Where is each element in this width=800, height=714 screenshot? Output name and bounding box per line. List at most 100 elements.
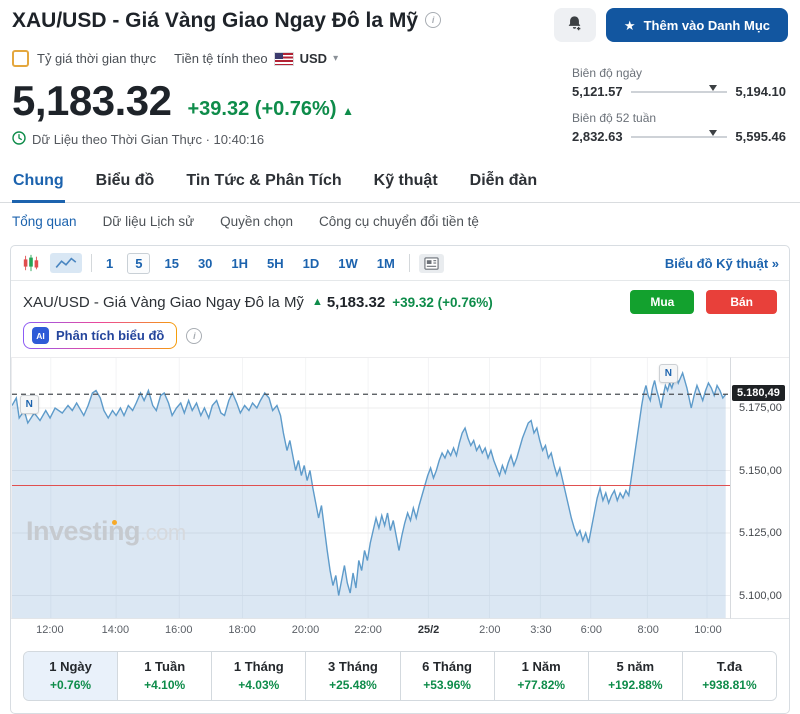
price-axis-label: 5.125,00 bbox=[739, 527, 782, 539]
ai-chart-analysis-button[interactable]: AI Phân tích biểu đồ bbox=[23, 322, 177, 349]
time-axis-label: 8:00 bbox=[637, 624, 658, 636]
period-5-years[interactable]: 5 năm+192.88% bbox=[588, 652, 682, 700]
price-axis-label: 5.150,00 bbox=[739, 465, 782, 477]
us-flag-icon bbox=[274, 52, 294, 66]
interval-5h[interactable]: 5H bbox=[262, 254, 289, 273]
time-axis-label: 16:00 bbox=[165, 624, 193, 636]
chart-header: XAU/USD - Giá Vàng Giao Ngay Đô la Mỹ ▲ … bbox=[11, 281, 789, 316]
interval-5[interactable]: 5 bbox=[127, 253, 150, 274]
period-selector: 1 Ngày+0.76% 1 Tuần+4.10% 1 Tháng+4.03% … bbox=[23, 651, 777, 701]
clock-icon bbox=[12, 131, 26, 148]
time-axis-label: 10:00 bbox=[694, 624, 722, 636]
chart-instrument-name: XAU/USD - Giá Vàng Giao Ngay Đô la Mỹ bbox=[23, 294, 304, 311]
currency-selector[interactable]: Tiền tệ tính theo USD ▾ bbox=[174, 51, 338, 66]
day-range-high: 5,194.10 bbox=[735, 84, 786, 99]
interval-1w[interactable]: 1W bbox=[333, 254, 363, 273]
week52-range-marker-icon bbox=[709, 130, 717, 136]
main-tabs: Chung Biểu đồ Tin Tức & Phân Tích Kỹ thu… bbox=[0, 166, 800, 203]
investing-watermark: Investing.com bbox=[26, 516, 186, 547]
buy-button[interactable]: Mua bbox=[630, 290, 694, 314]
time-axis-label: 22:00 bbox=[354, 624, 382, 636]
subnav-tong-quan[interactable]: Tổng quan bbox=[12, 214, 77, 229]
chart-plot-area[interactable]: Investing.com N N bbox=[11, 357, 730, 619]
interval-1h[interactable]: 1H bbox=[226, 254, 253, 273]
day-range-marker-icon bbox=[709, 85, 717, 91]
day-range-label: Biên độ ngày bbox=[572, 66, 786, 80]
time-axis-label: 18:00 bbox=[228, 624, 256, 636]
week52-range-label: Biên độ 52 tuần bbox=[572, 111, 786, 125]
week52-range-bar bbox=[631, 136, 728, 138]
day-range-bar bbox=[631, 91, 728, 93]
up-triangle-icon: ▲ bbox=[342, 104, 354, 118]
day-range-low: 5,121.57 bbox=[572, 84, 623, 99]
page-title: XAU/USD - Giá Vàng Giao Ngay Đô la Mỹ bbox=[12, 8, 418, 33]
interval-30[interactable]: 30 bbox=[193, 254, 217, 273]
title-info-icon[interactable]: i bbox=[425, 12, 441, 28]
interval-15[interactable]: 15 bbox=[159, 254, 183, 273]
period-3-months[interactable]: 3 Tháng+25.48% bbox=[305, 652, 399, 700]
watchlist-button-label: Thêm vào Danh Mục bbox=[644, 18, 770, 33]
candlestick-chart-icon[interactable] bbox=[21, 254, 41, 272]
time-axis-label: 25/2 bbox=[418, 624, 439, 636]
ai-button-label: Phân tích biểu đồ bbox=[56, 328, 164, 343]
time-axis-label: 2:00 bbox=[479, 624, 500, 636]
technical-chart-link[interactable]: Biểu đồ Kỹ thuật » bbox=[665, 256, 779, 271]
currency-label: Tiền tệ tính theo bbox=[174, 51, 267, 66]
line-chart-icon[interactable] bbox=[50, 253, 82, 273]
realtime-data-note: Dữ Liệu theo Thời Gian Thực · 10:40:16 bbox=[32, 132, 264, 147]
interval-1[interactable]: 1 bbox=[101, 254, 118, 273]
time-axis: 12:00 14:00 16:00 18:00 20:00 22:00 25/2 2:00 3:… bbox=[11, 619, 731, 641]
toolbar-divider bbox=[409, 254, 410, 272]
watermark-orange-dot bbox=[112, 520, 117, 525]
price-chart[interactable]: Investing.com NN 5.175,005.150,005.125,0… bbox=[11, 357, 789, 619]
time-axis-label: 20:00 bbox=[292, 624, 320, 636]
time-axis-label: 12:00 bbox=[36, 624, 64, 636]
price-change: +39.32 (+0.76%) ▲ bbox=[188, 98, 354, 121]
chart-card: 1 5 15 30 1H 5H 1D 1W 1M Biểu đồ Kỹ thuậ… bbox=[10, 245, 790, 714]
add-to-watchlist-button[interactable]: ★ Thêm vào Danh Mục bbox=[606, 8, 788, 42]
chart-canvas bbox=[12, 358, 730, 618]
interval-1d[interactable]: 1D bbox=[298, 254, 325, 273]
page: XAU/USD - Giá Vàng Giao Ngay Đô la Mỹ i … bbox=[0, 0, 800, 674]
period-1-day[interactable]: 1 Ngày+0.76% bbox=[24, 652, 117, 700]
create-alert-button[interactable] bbox=[554, 8, 596, 42]
realtime-label: Tỷ giá thời gian thực bbox=[37, 51, 156, 66]
ai-icon: AI bbox=[32, 327, 49, 344]
ai-info-icon[interactable]: i bbox=[186, 328, 202, 344]
realtime-checkbox[interactable] bbox=[12, 50, 29, 67]
price-axis-label: 5.100,00 bbox=[739, 590, 782, 602]
chart-toolbar: 1 5 15 30 1H 5H 1D 1W 1M Biểu đồ Kỹ thuậ… bbox=[11, 246, 789, 281]
news-marker[interactable]: N bbox=[20, 395, 39, 414]
week52-range-low: 2,832.63 bbox=[572, 129, 623, 144]
period-max[interactable]: T.đa+938.81% bbox=[682, 652, 776, 700]
period-1-week[interactable]: 1 Tuần+4.10% bbox=[117, 652, 211, 700]
last-price-tag: 5.180,49 bbox=[732, 385, 785, 401]
period-1-month[interactable]: 1 Tháng+4.03% bbox=[211, 652, 305, 700]
tab-dien-dan[interactable]: Diễn đàn bbox=[469, 166, 539, 202]
tab-ky-thuat[interactable]: Kỹ thuật bbox=[373, 166, 439, 202]
subnav-quyen-chon[interactable]: Quyền chọn bbox=[220, 214, 293, 229]
subnav-cong-cu[interactable]: Công cụ chuyển đổi tiền tệ bbox=[319, 214, 479, 229]
tab-tin-tuc[interactable]: Tin Tức & Phân Tích bbox=[185, 166, 342, 202]
subnav-du-lieu-lich-su[interactable]: Dữ liệu Lịch sử bbox=[103, 214, 195, 229]
week52-range-high: 5,595.46 bbox=[735, 129, 786, 144]
chart-price: 5,183.32 bbox=[327, 294, 385, 311]
period-1-year[interactable]: 1 Năm+77.82% bbox=[494, 652, 588, 700]
news-events-icon[interactable] bbox=[419, 254, 444, 273]
time-axis-label: 3:30 bbox=[530, 624, 551, 636]
sell-button[interactable]: Bán bbox=[706, 290, 777, 314]
last-price: 5,183.32 bbox=[12, 77, 172, 125]
interval-1m[interactable]: 1M bbox=[372, 254, 400, 273]
news-marker[interactable]: N bbox=[659, 364, 678, 383]
time-axis-label: 6:00 bbox=[581, 624, 602, 636]
chevron-down-icon: ▾ bbox=[333, 53, 338, 64]
up-arrow-icon: ▲ bbox=[312, 296, 323, 308]
price-axis: 5.175,005.150,005.125,005.100,005.180,49 bbox=[730, 357, 789, 619]
sub-nav: Tổng quan Dữ liệu Lịch sử Quyền chọn Côn… bbox=[0, 203, 800, 231]
tab-chung[interactable]: Chung bbox=[12, 166, 65, 203]
period-6-months[interactable]: 6 Tháng+53.96% bbox=[400, 652, 494, 700]
tab-bieu-do[interactable]: Biểu đồ bbox=[95, 166, 156, 202]
time-axis-label: 14:00 bbox=[102, 624, 130, 636]
ranges-panel: Biên độ ngày 5,121.57 5,194.10 Biên độ 5… bbox=[572, 66, 786, 156]
toolbar-divider bbox=[91, 254, 92, 272]
